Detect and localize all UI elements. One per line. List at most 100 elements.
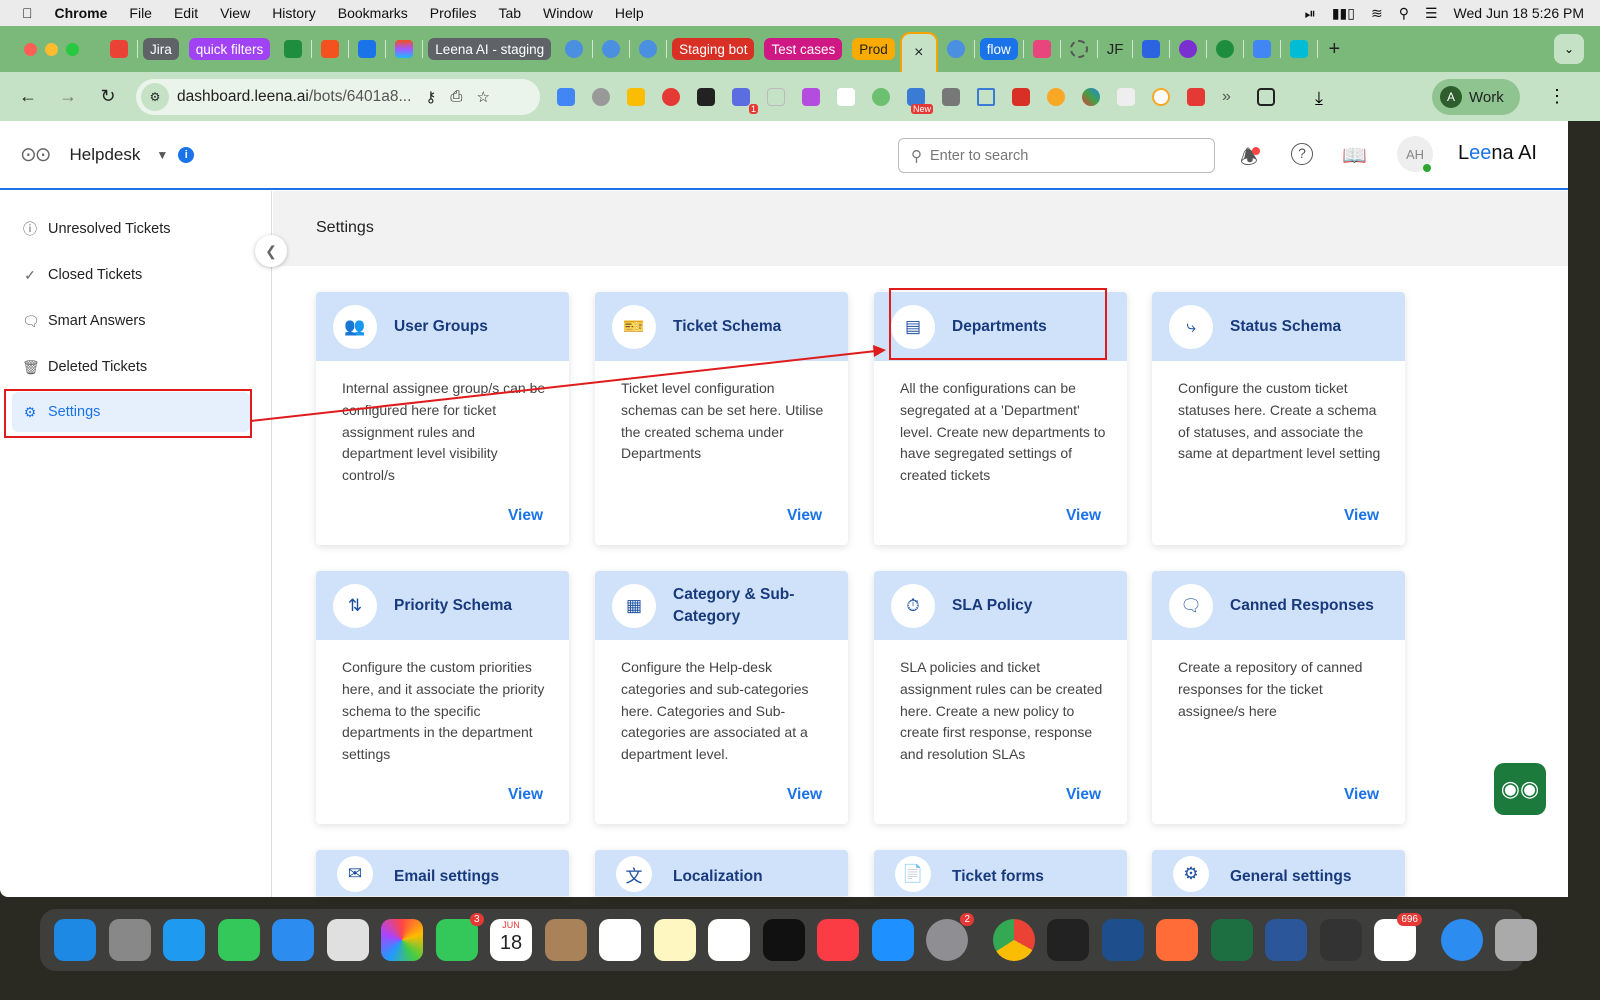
settings-card-general-settings[interactable]: ⚙ General settings — [1152, 850, 1405, 896]
tab-flow[interactable]: flow — [979, 38, 1018, 60]
dock-notes[interactable] — [653, 919, 696, 961]
ext-camera-icon[interactable] — [1152, 87, 1170, 106]
ext-new-icon[interactable]: New — [907, 87, 933, 114]
dock-launchpad[interactable] — [108, 919, 151, 961]
tab-staging-bot[interactable]: Staging bot — [672, 38, 755, 60]
app-title[interactable]: Helpdesk — [70, 145, 141, 165]
apple-icon[interactable]:  — [22, 5, 33, 21]
book-icon[interactable]: 📖 — [1342, 143, 1367, 168]
search-input[interactable]: ⚲ Enter to search — [898, 138, 1215, 173]
tab-loading[interactable] — [1069, 40, 1088, 58]
download-icon[interactable]: ⤓ — [1315, 88, 1333, 108]
menu-profiles[interactable]: Profiles — [430, 5, 477, 21]
menu-help[interactable]: Help — [615, 5, 644, 21]
settings-card-priority-schema[interactable]: ⇅ Priority Schema Configure the custom pri… — [316, 571, 569, 824]
settings-card-user-groups[interactable]: 👥 User Groups Internal assignee group/s ca… — [316, 292, 569, 545]
dock-excel[interactable] — [1210, 919, 1253, 961]
dock-slack[interactable]: 696 — [1374, 913, 1422, 961]
card-view-link[interactable]: View — [787, 507, 822, 525]
menu-edit[interactable]: Edit — [174, 5, 198, 21]
settings-card-email-settings[interactable]: ✉ Email settings — [316, 850, 569, 896]
chatbot-launcher-icon[interactable]: ◉◉ — [1494, 763, 1546, 815]
tab-jira[interactable]: Jira — [143, 38, 179, 60]
dock-terminal[interactable] — [1047, 919, 1089, 961]
tab-figma[interactable] — [395, 40, 414, 58]
forward-icon[interactable]: → — [56, 86, 80, 107]
dock-app-cube[interactable] — [1319, 919, 1362, 961]
collapse-sidebar-button[interactable]: ❮ — [255, 235, 287, 267]
dock-safari[interactable] — [163, 919, 205, 961]
tab-leena-staging[interactable]: Leena AI - staging — [428, 38, 552, 60]
ext-gear-icon[interactable]: 1 — [732, 87, 758, 114]
minimize-window-button[interactable] — [45, 42, 58, 56]
dock-trash[interactable] — [1495, 919, 1537, 961]
card-view-link[interactable]: View — [508, 507, 543, 525]
card-view-link[interactable]: View — [508, 786, 543, 804]
key-icon[interactable]: ⚷ — [425, 88, 436, 106]
menu-view[interactable]: View — [220, 5, 250, 21]
card-view-link[interactable]: View — [787, 786, 822, 804]
profile-button[interactable]: A Work — [1432, 79, 1520, 115]
ext-ghost-icon[interactable] — [1117, 87, 1135, 106]
menu-app-name[interactable]: Chrome — [55, 5, 108, 21]
ext-css-icon[interactable] — [942, 87, 960, 106]
wifi-icon[interactable]: ≋ — [1371, 5, 1383, 22]
extensions-puzzle-icon[interactable] — [1257, 87, 1275, 106]
tab-s[interactable] — [1032, 40, 1051, 58]
active-tab[interactable]: × — [899, 32, 938, 72]
search-icon[interactable]: ⚲ — [1399, 5, 1409, 22]
settings-card-status-schema[interactable]: ⤷ Status Schema Configure the custom ticke… — [1152, 292, 1405, 545]
dock-tv[interactable] — [762, 919, 805, 961]
dock-facetime[interactable]: 3 — [435, 913, 484, 961]
ext-phone-icon[interactable] — [767, 87, 785, 106]
apps-grid-icon[interactable]: ⊙⊙ — [20, 142, 51, 167]
tab-docs[interactable] — [1253, 40, 1272, 58]
tab-tool[interactable] — [321, 40, 340, 58]
close-window-button[interactable] — [24, 42, 37, 56]
settings-card-sla-policy[interactable]: ⏱ SLA Policy SLA policies and ticket assig… — [874, 571, 1127, 824]
settings-card-ticket-schema[interactable]: 🎫 Ticket Schema Ticket level configuration… — [595, 292, 848, 545]
sidebar-item-closed-tickets[interactable]: ✓ Closed Tickets — [12, 255, 250, 295]
dock-messages[interactable] — [217, 919, 260, 961]
help-icon[interactable]: ? — [1291, 143, 1313, 165]
tab-blue[interactable] — [1142, 40, 1161, 58]
dock-photos[interactable] — [381, 919, 423, 961]
tab-purple[interactable] — [1179, 40, 1198, 58]
settings-card-ticket-forms[interactable]: 📄 Ticket forms — [874, 850, 1127, 896]
dock-maps[interactable] — [326, 919, 369, 961]
tab-jf[interactable]: JF — [1107, 41, 1124, 58]
sidebar-item-deleted-tickets[interactable]: 🗑 Deleted Tickets — [12, 347, 250, 387]
menu-bookmarks[interactable]: Bookmarks — [338, 5, 408, 21]
settings-card-canned-responses[interactable]: 🗨 Canned Responses Create a repository of … — [1152, 571, 1405, 824]
menu-window[interactable]: Window — [543, 5, 593, 21]
dock-app-blue[interactable] — [1101, 919, 1144, 961]
ext-bot-icon[interactable] — [872, 87, 890, 106]
settings-card-category-sub-category[interactable]: ▦ Category & Sub-Category Configure the He… — [595, 571, 848, 824]
dock-mail[interactable] — [272, 919, 314, 961]
tab-search-chevron-icon[interactable]: ⌄ — [1554, 34, 1584, 64]
dock-finder[interactable] — [54, 919, 96, 961]
ext-translate-icon[interactable] — [557, 87, 575, 106]
bookmark-star-icon[interactable]: ☆ — [476, 88, 489, 106]
dock-chrome[interactable] — [992, 919, 1035, 961]
ext-orange-icon[interactable] — [1047, 87, 1065, 106]
ext-formula-icon[interactable] — [697, 87, 715, 106]
ext-purple-icon[interactable] — [802, 87, 820, 106]
battery-icon[interactable]: ▮▮▯ — [1332, 5, 1355, 22]
dock-music[interactable] — [817, 919, 859, 961]
address-bar[interactable]: ⚙ dashboard.leena.ai/bots/6401a8... ⚷ ⎙ … — [136, 78, 540, 115]
tab-leena-3[interactable] — [639, 40, 658, 58]
settings-card-localization[interactable]: 文 Localization — [595, 850, 848, 896]
ext-triangle-icon[interactable] — [977, 87, 995, 106]
info-icon[interactable]: i — [178, 146, 195, 163]
sidebar-item-smart-answers[interactable]: 🗨 Smart Answers — [12, 301, 250, 341]
tab-cyan[interactable] — [1290, 40, 1309, 58]
tab-sheets[interactable] — [284, 40, 303, 58]
menu-file[interactable]: File — [129, 5, 152, 21]
close-tab-icon[interactable]: × — [914, 44, 923, 62]
tab-leena-1[interactable] — [565, 40, 584, 58]
card-view-link[interactable]: View — [1066, 786, 1101, 804]
ext-more-icon[interactable]: » — [1222, 88, 1240, 106]
user-avatar[interactable]: AH — [1397, 136, 1433, 172]
dock-freeform[interactable] — [708, 919, 750, 961]
